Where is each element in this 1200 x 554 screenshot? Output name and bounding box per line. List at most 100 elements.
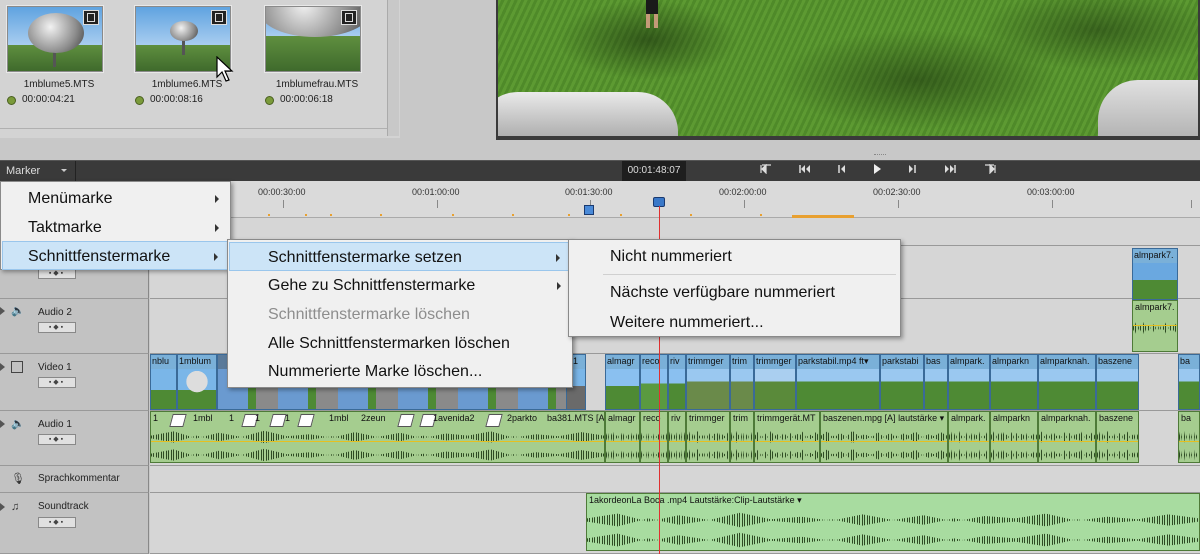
film-icon	[83, 10, 99, 25]
keyframe-icon[interactable]	[397, 414, 415, 427]
submenu-arrow-icon	[556, 254, 560, 262]
menu-item-weitere-nummeriert[interactable]: Weitere nummeriert...	[570, 308, 899, 337]
media-bin-scrollbar[interactable]	[387, 0, 399, 136]
audio-clip[interactable]: riv	[668, 411, 686, 463]
clip-duration: 00:00:04:21	[22, 94, 75, 105]
video-clip[interactable]: parkstabi	[880, 354, 924, 410]
audio-clip[interactable]: baszenen.mpg [A] lautstärke ▾	[820, 411, 948, 463]
next-edit-button[interactable]	[938, 163, 962, 180]
film-icon	[11, 361, 23, 373]
menu-item-setzen[interactable]: Schnittfenstermarke setzen	[229, 242, 571, 271]
audio-clip[interactable]: trimmger	[686, 411, 730, 463]
clip-label: almparkn	[993, 413, 1031, 423]
video-clip[interactable]: almagr	[605, 354, 640, 410]
clip-duration: 00:00:08:16	[150, 94, 203, 105]
video-clip[interactable]: trim	[730, 354, 754, 410]
clip-dropdown[interactable]: lautstärke ▾	[898, 413, 944, 423]
audio-clip[interactable]: almpark.	[948, 411, 990, 463]
step-forward-icon	[909, 165, 916, 173]
video-clip[interactable]: 1mblum	[177, 354, 217, 410]
soundtrack-clip[interactable]: 1akordeonLa Boca .mp4 Lautstärke:Clip-La…	[586, 493, 1200, 551]
go-to-in-point-button[interactable]	[754, 163, 778, 180]
track-voiceover[interactable]	[150, 466, 1200, 493]
audio-clip[interactable]: almagr	[605, 411, 640, 463]
menu-item-label: Nummerierte Marke löschen...	[268, 363, 483, 380]
collapse-arrow-icon[interactable]	[0, 503, 5, 511]
track-controls[interactable]: ▪◆▪	[38, 377, 76, 388]
collapse-arrow-icon[interactable]	[0, 307, 5, 315]
go-to-in-point-icon	[760, 163, 771, 175]
video-clip[interactable]: trimmger	[754, 354, 796, 410]
video-clip[interactable]: almparknah.	[1038, 354, 1096, 410]
audio-clip[interactable]: ba	[1178, 411, 1200, 463]
menu-item-gehe-zu[interactable]: Gehe zu Schnittfenstermarke	[229, 271, 571, 300]
menu-item-taktmarke[interactable]: Taktmarke	[2, 213, 229, 242]
keyframe-icon[interactable]	[297, 414, 315, 427]
video-clip[interactable]: bas	[924, 354, 948, 410]
status-dot-icon	[7, 96, 16, 105]
chevron-down-icon	[61, 169, 67, 172]
video-clip[interactable]: baszene	[1096, 354, 1139, 410]
menu-item-menuemarke[interactable]: Menümarke	[2, 184, 229, 213]
audio-clip[interactable]: reco	[640, 411, 668, 463]
clip-thumbnail	[265, 6, 361, 72]
track-header-audio1: 🔈 Audio 1 ▪◆▪	[0, 411, 149, 466]
audio-clip[interactable]: almparknah.	[1038, 411, 1096, 463]
step-back-button[interactable]	[830, 163, 854, 180]
timeline-toolbar: Marker 00:01:48:07	[0, 160, 1200, 182]
clip-label: parkstabi	[882, 356, 919, 366]
collapse-arrow-icon[interactable]	[0, 420, 5, 428]
track-controls[interactable]: ▪◆▪	[38, 322, 76, 333]
audio-clip[interactable]: trim	[730, 411, 754, 463]
video-clip[interactable]: reco	[640, 354, 668, 410]
clip-label: almparkn	[992, 356, 1030, 366]
clip-label: trim	[733, 413, 748, 423]
menu-item-alle-loeschen[interactable]: Alle Schnittfenstermarken löschen	[229, 329, 571, 358]
video-clip[interactable]: almpark.	[948, 354, 990, 410]
clip-label: ba381.MTS [A]	[547, 413, 605, 423]
clip-label: 1	[229, 413, 235, 423]
menu-item-label: Gehe zu Schnittfenstermarke	[268, 277, 476, 294]
video-clip[interactable]: parkstabil.mp4 ft▾	[796, 354, 880, 410]
audio-clip[interactable]: baszene	[1096, 411, 1139, 463]
clip-dropdown[interactable]: ft▾	[859, 356, 869, 366]
clip-duration: 00:00:06:18	[280, 94, 333, 105]
track-controls[interactable]: ▪◆▪	[38, 434, 76, 445]
keyframe-icon[interactable]	[169, 414, 187, 427]
menu-item-label: Menümarke	[28, 190, 113, 207]
ruler-label: 00:01:30:00	[565, 187, 613, 197]
play-button[interactable]	[865, 163, 889, 180]
keyframe-icon[interactable]	[485, 414, 503, 427]
menu-item-nummerierte-loeschen[interactable]: Nummerierte Marke löschen...	[229, 357, 571, 386]
music-note-icon: ♫	[11, 501, 20, 513]
clip-label: bas	[926, 356, 941, 366]
menu-item-naechste-nummeriert[interactable]: Nächste verfügbare nummeriert	[570, 278, 899, 307]
step-forward-button[interactable]	[900, 163, 924, 180]
track-controls[interactable]: ▪◆▪	[38, 517, 76, 528]
clip-marker-icon[interactable]	[584, 205, 594, 215]
audio-clip[interactable]: almpark7.	[1132, 300, 1178, 352]
menu-item-nicht-nummeriert[interactable]: Nicht nummeriert	[570, 242, 899, 271]
audio-clip[interactable]: almparkn	[990, 411, 1038, 463]
audio-clip[interactable]: 1 1mbl 1 1 1 1mbl 2zeun 1avenida2 2parkt…	[150, 411, 605, 463]
video-clip[interactable]: nblu	[150, 354, 177, 410]
collapse-arrow-icon[interactable]	[0, 363, 5, 371]
menu-item-schnittfenstermarke[interactable]: Schnittfenstermarke	[2, 241, 229, 270]
track-label: Sprachkommentar	[38, 473, 120, 484]
preview-monitor[interactable]	[496, 0, 1200, 140]
current-timecode[interactable]: 00:01:48:07	[622, 161, 686, 181]
clip-label-text: parkstabil.mp4	[798, 356, 857, 366]
video-clip[interactable]: riv	[668, 354, 686, 410]
video-clip[interactable]: almpark7.	[1132, 248, 1178, 300]
media-clip[interactable]: 1mblume5.MTS 00:00:04:21	[0, 0, 118, 120]
clip-label: 1	[285, 413, 291, 423]
media-clip[interactable]: 1mblumefrau.MTS 00:00:06:18	[258, 0, 376, 120]
video-clip[interactable]: trimmger	[686, 354, 730, 410]
marker-dropdown[interactable]: Marker	[0, 161, 76, 181]
video-clip[interactable]: almparkn	[990, 354, 1038, 410]
clip-label: almagr	[608, 413, 636, 423]
previous-edit-button[interactable]	[793, 163, 817, 180]
go-to-out-point-button[interactable]	[978, 163, 1002, 180]
audio-clip[interactable]: trimmgerät.MT	[754, 411, 820, 463]
video-clip[interactable]: ba	[1178, 354, 1200, 410]
